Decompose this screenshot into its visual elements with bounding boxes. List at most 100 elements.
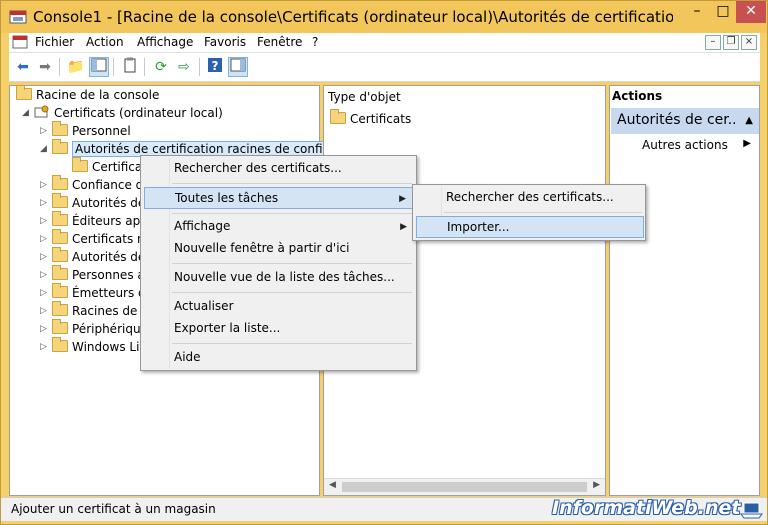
toolbar: ⬅ ➡ 📁 ⟳ ⇨ ? bbox=[9, 53, 760, 82]
folder-icon bbox=[52, 319, 68, 334]
menu-fenetre[interactable]: Fenêtre bbox=[257, 35, 302, 49]
actions-header: Actions bbox=[612, 89, 663, 103]
expand-icon[interactable]: ▷ bbox=[40, 288, 47, 298]
menu-help[interactable]: ? bbox=[312, 35, 318, 49]
menu-fichier[interactable]: Fichier bbox=[35, 35, 74, 49]
back-icon[interactable]: ⬅ bbox=[13, 57, 33, 77]
mdi-restore-button[interactable]: ❐ bbox=[723, 35, 739, 50]
tree-item-personnes[interactable]: Personnes au bbox=[52, 265, 152, 285]
folder-icon bbox=[52, 139, 68, 154]
result-row-certificats[interactable]: Certificats bbox=[330, 109, 412, 129]
tree-item-autorites-intermediaires[interactable]: Autorités de bbox=[52, 193, 145, 213]
collapse-up-icon[interactable]: ▲ bbox=[745, 115, 753, 126]
expand-icon[interactable]: ▷ bbox=[40, 216, 47, 226]
tree-item-confiance[interactable]: Confiance de bbox=[52, 175, 151, 195]
watermark: InformatiWeb.net bbox=[552, 497, 741, 519]
submenu-toutes-taches: Rechercher des certificats... Importer..… bbox=[412, 184, 646, 241]
scroll-thumb[interactable] bbox=[342, 482, 587, 492]
menu-item-nouvelle-fenetre[interactable]: Nouvelle fenêtre à partir d'ici bbox=[144, 238, 415, 260]
collapse-icon[interactable]: ◢ bbox=[22, 108, 29, 118]
tree-item-editeurs[interactable]: Éditeurs appr bbox=[52, 211, 153, 231]
menu-item-aide[interactable]: Aide bbox=[144, 347, 415, 369]
menu-affichage[interactable]: Affichage bbox=[137, 35, 193, 49]
folder-icon bbox=[52, 193, 68, 208]
tree-label: Périphérique bbox=[72, 322, 148, 336]
tree-item-certificats-non[interactable]: Certificats no bbox=[52, 229, 152, 249]
folder-icon bbox=[52, 301, 68, 316]
actions-pane: Actions Autorités de cer... ▲ Autres act… bbox=[609, 85, 760, 496]
expand-icon[interactable]: ▷ bbox=[40, 126, 47, 136]
submenu-arrow-icon: ▶ bbox=[400, 222, 407, 232]
menu-item-actualiser[interactable]: Actualiser bbox=[144, 296, 415, 318]
expand-icon[interactable]: ▷ bbox=[40, 234, 47, 244]
folder-icon bbox=[72, 157, 88, 172]
maximize-button[interactable]: □ bbox=[710, 1, 736, 23]
forward-icon[interactable]: ➡ bbox=[35, 57, 55, 77]
tree-label: Racine de la console bbox=[36, 88, 160, 102]
menu-item-label: Affichage bbox=[174, 219, 231, 233]
laptop-logo-icon bbox=[740, 502, 763, 519]
expand-icon[interactable]: ▷ bbox=[40, 324, 47, 334]
tree-item-windows-live[interactable]: Windows Liv bbox=[52, 337, 147, 357]
tree-label: Confiance de bbox=[72, 178, 151, 192]
context-menu: Rechercher des certificats... Toutes les… bbox=[140, 155, 417, 371]
menu-item-nouvelle-vue[interactable]: Nouvelle vue de la liste des tâches... bbox=[144, 267, 415, 289]
tree-item-autorites-tierces[interactable]: Autorités de bbox=[52, 247, 146, 267]
autres-actions-item[interactable]: Autres actions bbox=[642, 138, 728, 152]
properties-icon[interactable] bbox=[120, 57, 140, 77]
window-title: Console1 - [Racine de la console\Certifi… bbox=[33, 8, 673, 26]
menu-item-exporter[interactable]: Exporter la liste... bbox=[144, 318, 415, 340]
submenu-arrow-icon: ▶ bbox=[743, 138, 751, 149]
folder-icon bbox=[52, 229, 68, 244]
collapse-icon[interactable]: ◢ bbox=[40, 144, 47, 154]
menu-favoris[interactable]: Favoris bbox=[204, 35, 246, 49]
submenu-item-rechercher[interactable]: Rechercher des certificats... bbox=[416, 187, 644, 209]
actions-section[interactable]: Autorités de cer... ▲ bbox=[611, 108, 759, 134]
mdi-minimize-button[interactable]: – bbox=[705, 35, 721, 50]
status-text: Ajouter un certificat à un magasin bbox=[11, 502, 216, 516]
folder-icon bbox=[52, 247, 68, 262]
help-icon[interactable]: ? bbox=[205, 57, 225, 77]
folder-icon bbox=[52, 121, 68, 136]
mmc-app-icon bbox=[9, 10, 27, 24]
scroll-left-icon[interactable]: ◀ bbox=[329, 480, 336, 490]
expand-icon[interactable]: ▷ bbox=[40, 198, 47, 208]
folder-icon bbox=[330, 109, 346, 124]
refresh-icon[interactable]: ⟳ bbox=[151, 57, 171, 77]
result-label: Certificats bbox=[350, 112, 412, 126]
tree-item-certificats-local[interactable]: Certificats (ordinateur local) bbox=[34, 105, 223, 123]
expand-icon[interactable]: ▷ bbox=[40, 270, 47, 280]
show-hide-action-pane-icon[interactable] bbox=[228, 57, 248, 77]
scroll-right-icon[interactable]: ▶ bbox=[593, 480, 600, 490]
menu-action[interactable]: Action bbox=[86, 35, 124, 49]
show-hide-tree-icon[interactable] bbox=[89, 57, 109, 77]
console-menu-icon[interactable] bbox=[12, 35, 28, 50]
folder-icon bbox=[52, 211, 68, 226]
folder-icon bbox=[52, 337, 68, 352]
tree-item-peripheriques[interactable]: Périphérique bbox=[52, 319, 148, 339]
minimize-button[interactable]: – bbox=[684, 1, 710, 23]
tree-label: Certificats (ordinateur local) bbox=[54, 106, 223, 120]
tree-item-personnel[interactable]: Personnel bbox=[52, 121, 131, 141]
tree-root[interactable]: Racine de la console bbox=[16, 85, 160, 105]
menu-item-affichage[interactable]: Affichage ▶ bbox=[144, 216, 415, 238]
menu-item-rechercher[interactable]: Rechercher des certificats... bbox=[144, 158, 415, 180]
certificates-snapin-icon bbox=[34, 105, 49, 118]
expand-icon[interactable]: ▷ bbox=[40, 180, 47, 190]
export-list-icon[interactable]: ⇨ bbox=[174, 57, 194, 77]
expand-icon[interactable]: ▷ bbox=[40, 306, 47, 316]
horizontal-scrollbar[interactable]: ◀ ▶ bbox=[324, 478, 605, 495]
column-header-type[interactable]: Type d'objet bbox=[328, 90, 401, 104]
tree-label: Autorités de bbox=[72, 250, 146, 264]
menu-item-toutes-taches[interactable]: Toutes les tâches ▶ bbox=[144, 187, 415, 209]
expand-icon[interactable]: ▷ bbox=[40, 342, 47, 352]
menu-bar: Fichier Action Affichage Favoris Fenêtre… bbox=[9, 33, 760, 53]
folder-icon bbox=[16, 85, 32, 100]
close-button[interactable]: ✕ bbox=[736, 1, 766, 23]
expand-icon[interactable]: ▷ bbox=[40, 252, 47, 262]
submenu-item-importer[interactable]: Importer... bbox=[416, 216, 644, 238]
mdi-close-button[interactable]: × bbox=[741, 35, 757, 50]
up-folder-icon[interactable]: 📁 bbox=[66, 57, 86, 77]
title-bar[interactable]: Console1 - [Racine de la console\Certifi… bbox=[1, 1, 767, 33]
submenu-arrow-icon: ▶ bbox=[399, 194, 406, 204]
